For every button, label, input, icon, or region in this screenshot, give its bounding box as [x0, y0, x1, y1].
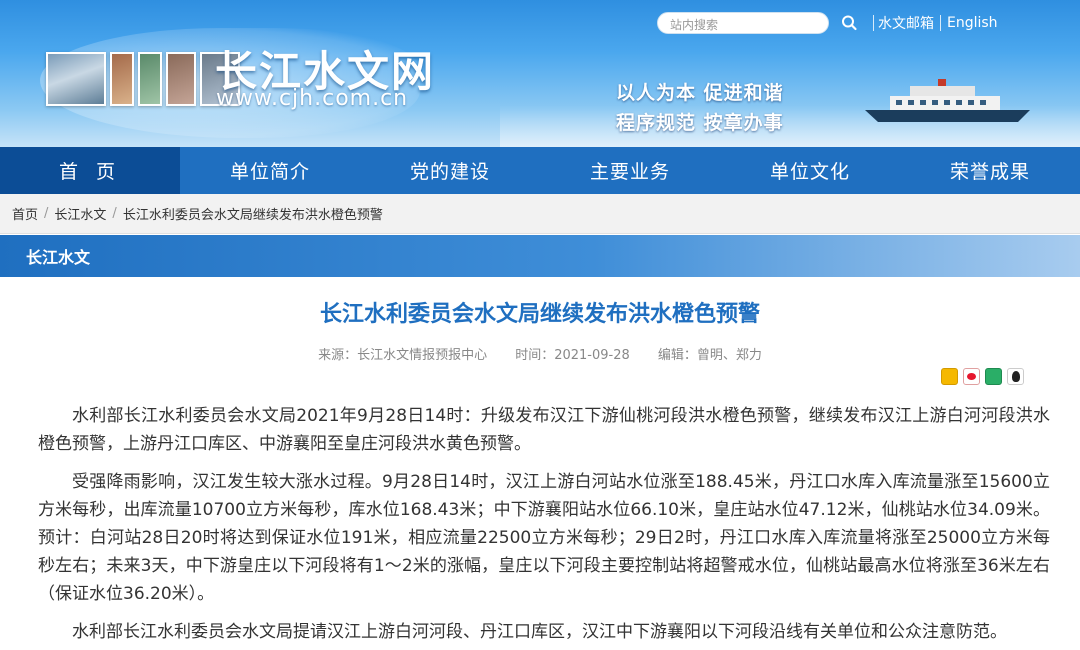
nav-item-honors[interactable]: 荣誉成果	[900, 147, 1080, 194]
divider	[940, 15, 941, 31]
nav-item-about[interactable]: 单位简介	[180, 147, 360, 194]
header-photo-strip	[46, 52, 240, 106]
link-email[interactable]: 水文邮箱	[878, 13, 934, 33]
wechat-icon[interactable]	[985, 368, 1002, 385]
breadcrumb-section[interactable]: 长江水文	[54, 204, 106, 223]
share-bar	[941, 368, 1024, 385]
header-photo	[138, 52, 162, 106]
nav-item-party[interactable]: 党的建设	[360, 147, 540, 194]
top-links: 水文邮箱 English	[873, 13, 998, 33]
breadcrumb-home[interactable]: 首页	[12, 204, 38, 223]
main-nav: 首 页 单位简介 党的建设 主要业务 单位文化 荣誉成果	[0, 147, 1080, 194]
nav-item-business[interactable]: 主要业务	[540, 147, 720, 194]
breadcrumb-separator: /	[44, 206, 49, 221]
qq-icon[interactable]	[1007, 368, 1024, 385]
article-editor: 编辑：曾明、郑力	[657, 348, 762, 363]
breadcrumb: 首页 / 长江水文 / 长江水利委员会水文局继续发布洪水橙色预警	[0, 194, 1080, 234]
header-photo-boat	[46, 52, 106, 106]
article-time: 时间：2021-09-28	[515, 348, 630, 363]
weibo-icon[interactable]	[963, 368, 980, 385]
slogan-line-1: 以人为本 促进和谐	[616, 82, 784, 104]
section-title: 长江水文	[26, 248, 91, 267]
search-input[interactable]: 站内搜索	[657, 12, 829, 34]
qzone-icon[interactable]	[941, 368, 958, 385]
header-photo	[166, 52, 196, 106]
breadcrumb-current: 长江水利委员会水文局继续发布洪水橙色预警	[122, 208, 383, 223]
search-icon[interactable]	[840, 14, 860, 32]
article-paragraph: 水利部长江水利委员会水文局2021年9月28日14时：升级发布汉江下游仙桃河段洪…	[38, 406, 1050, 454]
article-source: 来源：长江水文情报预报中心	[318, 348, 488, 363]
article-paragraph: 水利部长江水利委员会水文局提请汉江上游白河河段、丹江口库区，汉江中下游襄阳以下河…	[72, 622, 1007, 642]
header-photo	[110, 52, 134, 106]
section-title-bar: 长江水文	[0, 235, 1080, 277]
site-header: 长江水文网 www.cjh.com.cn 以人为本 促进和谐 程序规范 按章办事…	[0, 0, 1080, 147]
nav-item-culture[interactable]: 单位文化	[720, 147, 900, 194]
ship-graphic	[865, 79, 1030, 122]
article-paragraph: 受强降雨影响，汉江发生较大涨水过程。9月28日14时，汉江上游白河站水位涨至18…	[38, 472, 1050, 604]
site-url: www.cjh.com.cn	[216, 86, 409, 111]
link-english[interactable]: English	[947, 15, 998, 31]
breadcrumb-separator: /	[112, 206, 117, 221]
nav-item-home[interactable]: 首 页	[0, 147, 180, 194]
article-title: 长江水利委员会水文局继续发布洪水橙色预警	[319, 302, 760, 327]
slogan-line-2: 程序规范 按章办事	[616, 112, 784, 134]
divider	[873, 15, 874, 31]
article-meta: 来源：长江水文情报预报中心 时间：2021-09-28 编辑：曾明、郑力	[0, 344, 1080, 363]
article-body: 水利部长江水利委员会水文局2021年9月28日14时：升级发布汉江下游仙桃河段洪…	[38, 402, 1050, 650]
